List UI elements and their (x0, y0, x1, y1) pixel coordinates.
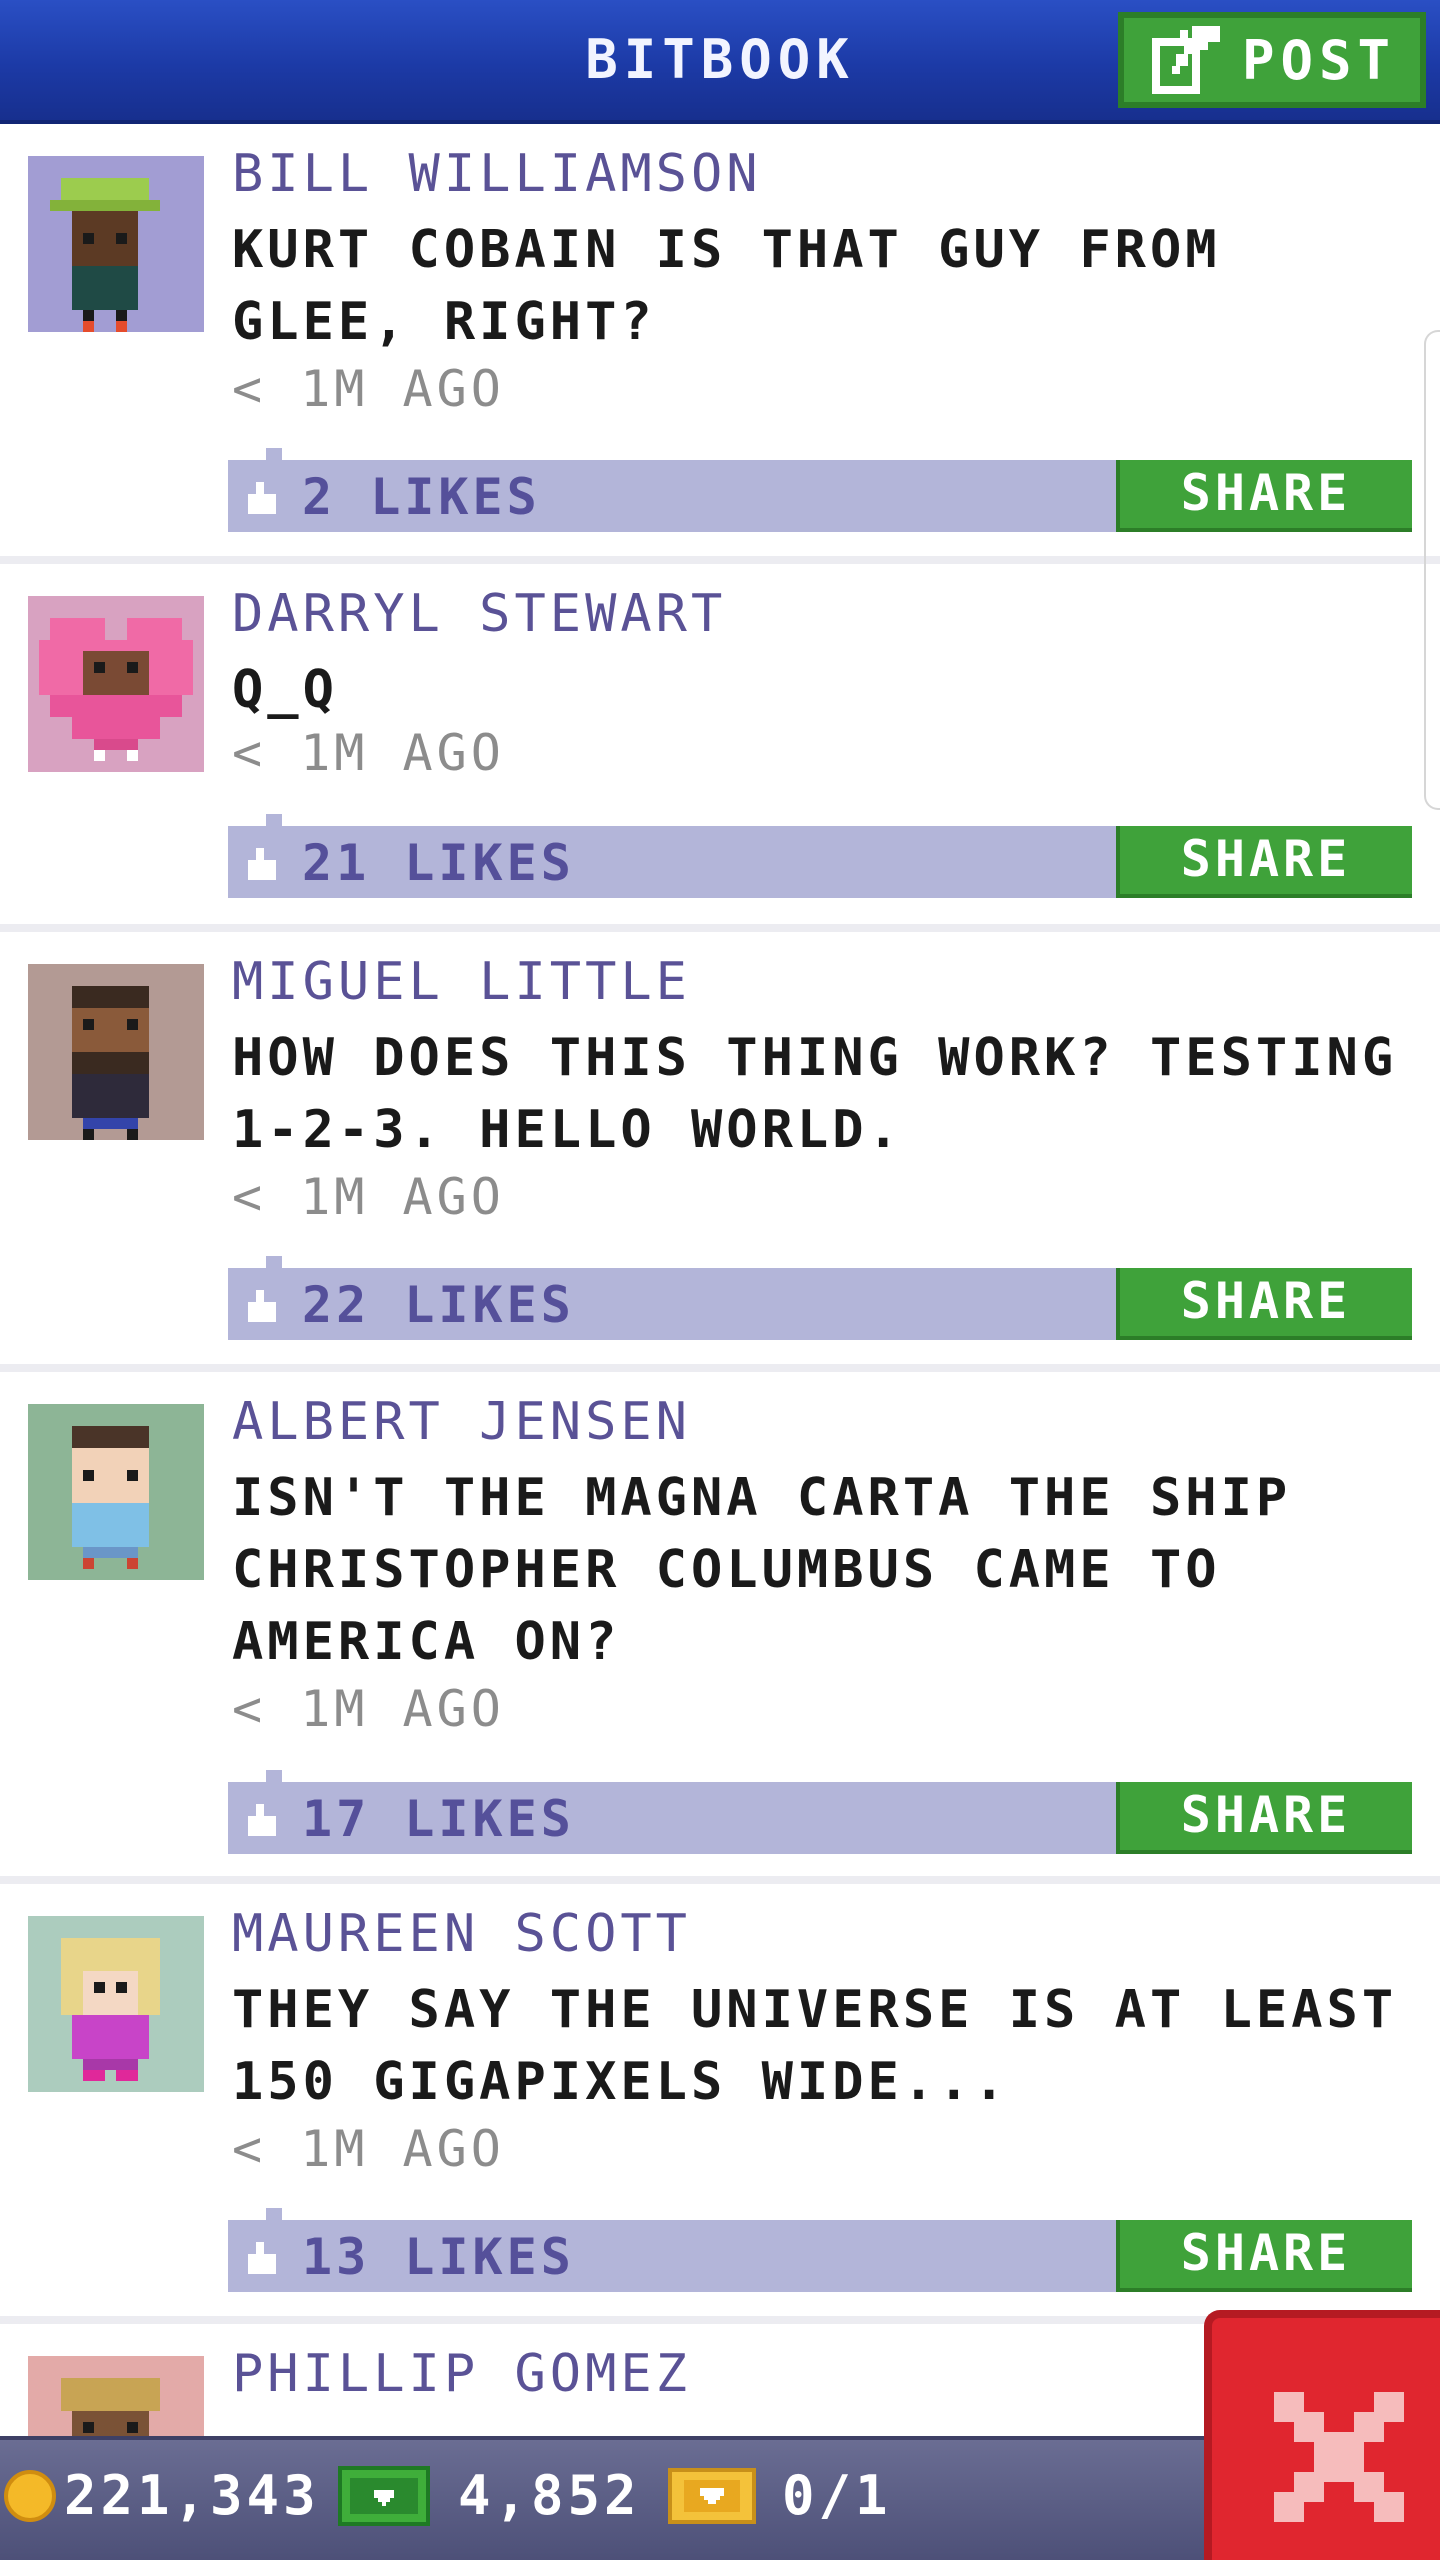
like-bar[interactable]: 13 LIKES SHARE (228, 2208, 1412, 2292)
like-count: 17 LIKES (302, 1790, 575, 1848)
bearded-man-avatar[interactable] (28, 964, 204, 1140)
feed-post: ALBERT JENSEN ISN'T THE MAGNA CARTA THE … (0, 1372, 1440, 1884)
feed-post: BILL WILLIAMSON KURT COBAIN IS THAT GUY … (0, 124, 1440, 564)
post-button[interactable]: POST (1118, 12, 1426, 108)
close-icon (1274, 2392, 1404, 2522)
like-bar[interactable]: 21 LIKES SHARE (228, 814, 1412, 898)
post-text: KURT COBAIN IS THAT GUY FROM GLEE, RIGHT… (232, 220, 1221, 352)
ticket-icon (668, 2467, 756, 2524)
like-count: 21 LIKES (302, 834, 575, 892)
like-bar-notch (266, 448, 282, 460)
like-bar[interactable]: 17 LIKES SHARE (228, 1770, 1412, 1854)
feed-list[interactable]: BILL WILLIAMSON KURT COBAIN IS THAT GUY … (0, 124, 1440, 2544)
like-count: 22 LIKES (302, 1276, 575, 1334)
blue-shirt-man-avatar[interactable] (28, 1404, 204, 1580)
post-timestamp: < 1M AGO (232, 2120, 505, 2178)
like-bar-notch (266, 1770, 282, 1782)
tickets-value: 0/1 (782, 2464, 892, 2527)
post-author[interactable]: BILL WILLIAMSON (232, 144, 762, 204)
like-bar-notch (266, 2208, 282, 2220)
bitbook-screen: BITBOOK POST BILL WILLIAMSON KURT COBAIN… (0, 0, 1440, 2560)
coin-icon (4, 2469, 56, 2522)
green-cap-man-avatar[interactable] (28, 156, 204, 332)
close-button[interactable] (1204, 2310, 1440, 2560)
post-author[interactable]: DARRYL STEWART (232, 584, 726, 644)
like-count: 13 LIKES (302, 2228, 575, 2286)
post-text: HOW DOES THIS THING WORK? TESTING 1-2-3.… (232, 1028, 1398, 1160)
feed-post: MAUREEN SCOTT THEY SAY THE UNIVERSE IS A… (0, 1884, 1440, 2324)
like-icon (248, 1290, 276, 1322)
bux-icon (338, 2465, 430, 2526)
coins-stat: 221,343 (4, 2464, 320, 2527)
like-bar-notch (266, 1256, 282, 1268)
share-button[interactable]: SHARE (1116, 460, 1412, 532)
post-timestamp: < 1M AGO (232, 724, 505, 782)
like-count: 2 LIKES (302, 468, 541, 526)
feed-post: DARRYL STEWART Q_Q < 1M AGO 21 LIKES SHA… (0, 564, 1440, 932)
post-timestamp: < 1M AGO (232, 360, 505, 418)
post-text: ISN'T THE MAGNA CARTA THE SHIP CHRISTOPH… (232, 1468, 1292, 1672)
blonde-woman-avatar[interactable] (28, 1916, 204, 2092)
share-button[interactable]: SHARE (1116, 1782, 1412, 1854)
like-bar-notch (266, 814, 282, 826)
bux-value: 4,852 (458, 2464, 641, 2527)
post-button-label: POST (1242, 28, 1397, 92)
like-icon (248, 848, 276, 880)
post-text: Q_Q (232, 660, 338, 720)
like-icon (248, 2242, 276, 2274)
post-text: THEY SAY THE UNIVERSE IS AT LEAST 150 GI… (232, 1980, 1398, 2112)
like-icon (248, 482, 276, 514)
post-author[interactable]: MIGUEL LITTLE (232, 952, 691, 1012)
bux-stat: 4,852 (338, 2464, 641, 2527)
post-timestamp: < 1M AGO (232, 1168, 505, 1226)
post-author[interactable]: PHILLIP GOMEZ (232, 2344, 691, 2404)
like-icon (248, 1804, 276, 1836)
like-bar[interactable]: 2 LIKES SHARE (228, 448, 1412, 532)
post-author[interactable]: MAUREEN SCOTT (232, 1904, 691, 1964)
scrollbar[interactable] (1424, 330, 1440, 810)
header-bar: BITBOOK POST (0, 0, 1440, 124)
heart-costume-avatar[interactable] (28, 596, 204, 772)
share-button[interactable]: SHARE (1116, 1268, 1412, 1340)
share-button[interactable]: SHARE (1116, 2220, 1412, 2292)
feed-post: MIGUEL LITTLE HOW DOES THIS THING WORK? … (0, 932, 1440, 1372)
compose-icon (1152, 26, 1220, 94)
coins-value: 221,343 (64, 2464, 320, 2527)
post-author[interactable]: ALBERT JENSEN (232, 1392, 691, 1452)
tickets-stat: 0/1 (668, 2464, 892, 2527)
post-timestamp: < 1M AGO (232, 1680, 505, 1738)
share-button[interactable]: SHARE (1116, 826, 1412, 898)
like-bar[interactable]: 22 LIKES SHARE (228, 1256, 1412, 1340)
